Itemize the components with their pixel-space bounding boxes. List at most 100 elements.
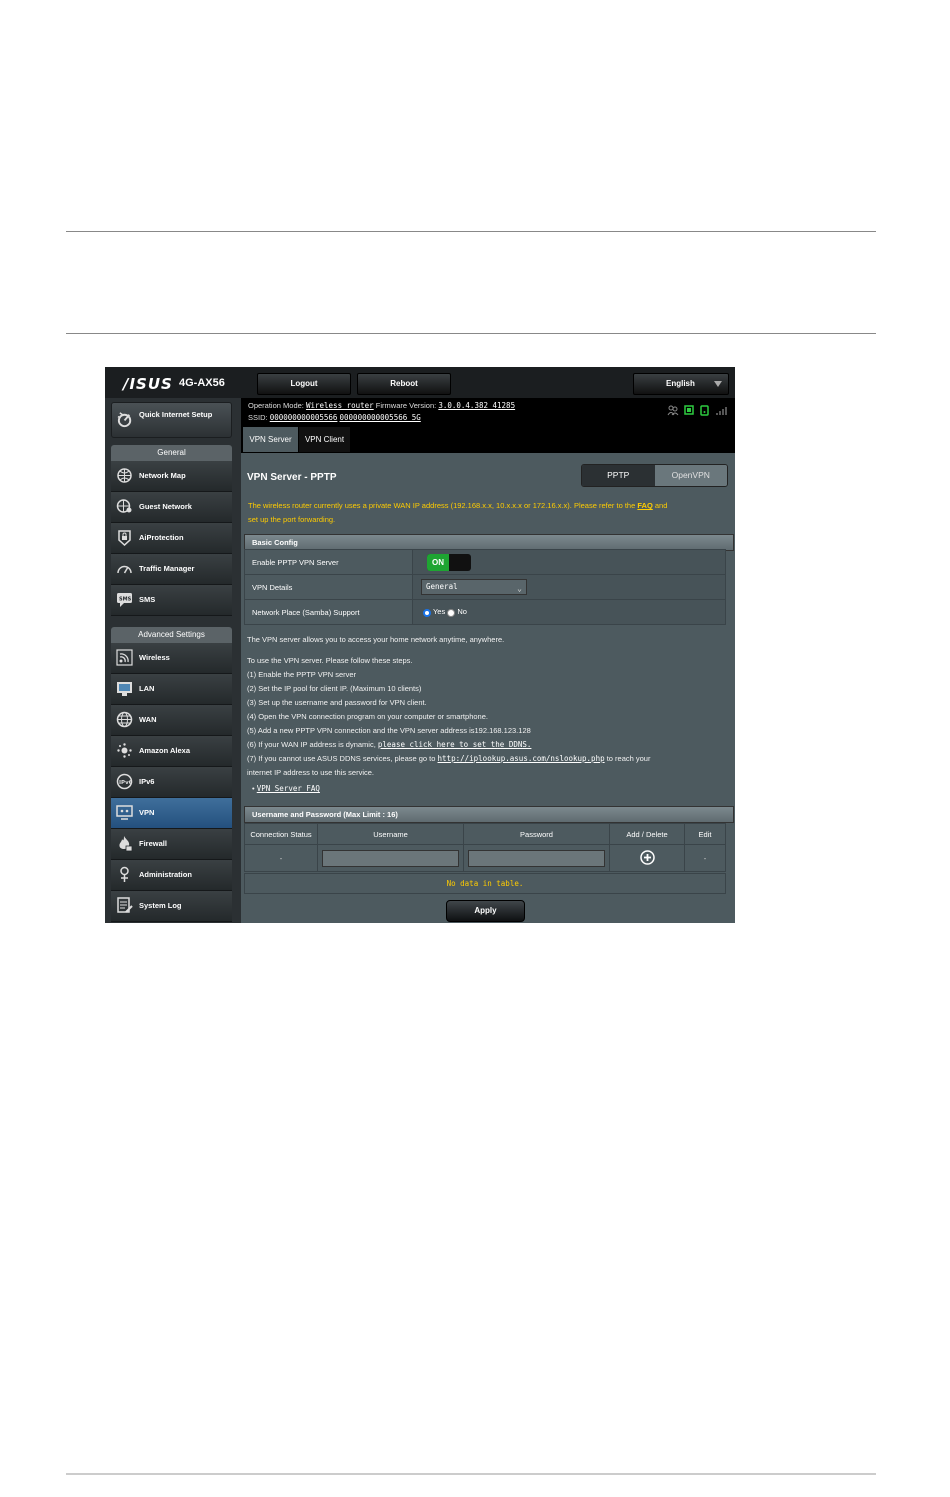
quick-setup-icon (117, 412, 132, 428)
samba-cell: Yes No (412, 599, 726, 625)
ssid-2g-link[interactable]: 000000000005566 (270, 413, 338, 422)
apply-button[interactable]: Apply (446, 900, 525, 922)
sidebar-item-traffic-manager[interactable]: Traffic Manager (111, 554, 232, 585)
system-log-icon (117, 897, 133, 913)
fire-icon (119, 836, 133, 852)
col-password: Password (463, 823, 610, 845)
sidebar-item-label: LAN (139, 684, 155, 693)
lan-icon (117, 682, 132, 696)
internet-status-icon[interactable] (699, 404, 711, 416)
svg-text:SMS: SMS (119, 597, 132, 603)
tab-vpn-server[interactable]: VPN Server (243, 427, 298, 452)
administration-icon (120, 866, 129, 882)
table-row: - - (244, 844, 726, 872)
pptp-button[interactable]: PPTP (582, 465, 655, 486)
sidebar-item-network-map[interactable]: Network Map (111, 461, 232, 492)
ddns-link[interactable]: please click here to set the DDNS. (378, 740, 532, 749)
status-icons (667, 404, 727, 416)
enable-pptp-toggle[interactable]: ON (427, 553, 471, 571)
usb-icon[interactable] (683, 404, 695, 416)
edit-cell: - (684, 844, 726, 872)
sidebar-item-administration[interactable]: Administration (111, 860, 232, 891)
clients-icon[interactable] (667, 404, 679, 416)
step-6-text: (6) If your WAN IP address is dynamic, (247, 740, 376, 749)
guest-network-icon (116, 499, 132, 513)
enable-cell: ON (412, 549, 726, 575)
sidebar-item-sms[interactable]: SMS SMS (111, 585, 232, 616)
ssid-label: SSID: (248, 413, 268, 422)
reboot-button[interactable]: Reboot (357, 373, 451, 395)
sidebar-item-label: AiProtection (139, 533, 184, 542)
vpn-details-select[interactable]: General ⌄ (421, 579, 527, 595)
quick-internet-setup-button[interactable]: Quick Internet Setup (111, 402, 232, 438)
password-input[interactable] (468, 849, 605, 867)
step-2: (2) Set the IP pool for client IP. (Maxi… (247, 684, 422, 693)
step-5: (5) Add a new PPTP VPN connection and th… (247, 726, 531, 735)
speedometer-icon (117, 565, 132, 574)
warning-text: The wireless router currently uses a pri… (248, 501, 636, 510)
basic-config-table: Enable PPTP VPN Server ON VPN Details Ge… (244, 549, 726, 625)
sidebar-item-label: Wireless (139, 653, 170, 662)
sidebar-item-wireless[interactable]: Wireless (111, 643, 232, 674)
sidebar-item-firewall[interactable]: Firewall (111, 829, 232, 860)
firmware-label: Firmware Version: (375, 401, 437, 410)
sidebar-item-aiprotection[interactable]: AiProtection (111, 523, 232, 554)
ssid-line: SSID: 000000000005566 000000000005566_5G (248, 413, 421, 422)
sidebar-item-label: Network Map (139, 471, 186, 480)
bottom-divider-line (66, 1473, 876, 1475)
sms-icon: SMS (117, 593, 132, 607)
steps-intro: To use the VPN server. Please follow the… (247, 656, 413, 665)
step-7: (7) If you cannot use ASUS DDNS services… (247, 754, 650, 763)
no-data-message: No data in table. (244, 873, 726, 894)
private-ip-warning: The wireless router currently uses a pri… (248, 499, 728, 527)
vpn-details-row: VPN Details General ⌄ (244, 574, 726, 600)
operation-mode-link[interactable]: Wireless router (306, 401, 374, 410)
sidebar-item-ipv6[interactable]: IPv6 IPv6 (111, 767, 232, 798)
signal-strength-icon[interactable] (715, 404, 727, 416)
wireless-icon (116, 649, 133, 666)
sidebar-item-label: Guest Network (139, 502, 192, 511)
ssid-5g-link[interactable]: 000000000005566_5G (340, 413, 421, 422)
sidebar-item-label: Firewall (139, 839, 167, 848)
vpn-details-cell: General ⌄ (412, 574, 726, 600)
firmware-link[interactable]: 3.0.0.4.382_41285 (438, 401, 515, 410)
vpn-server-faq-link[interactable]: VPN Server FAQ (257, 784, 320, 793)
vpn-details-value: General (426, 582, 458, 591)
sidebar-item-lan[interactable]: LAN (111, 674, 232, 705)
sidebar-item-guest-network[interactable]: Guest Network (111, 492, 232, 523)
iplookup-link[interactable]: http://iplookup.asus.com/nslookup.php (438, 754, 605, 763)
sidebar-item-vpn[interactable]: VPN (111, 798, 232, 829)
step-4: (4) Open the VPN connection program on y… (247, 712, 488, 721)
alexa-icon (117, 743, 132, 758)
toggle-on-label: ON (427, 553, 449, 571)
username-input[interactable] (322, 849, 459, 867)
add-circle-icon[interactable] (639, 849, 655, 865)
samba-no-radio[interactable] (447, 608, 456, 617)
operation-mode-label: Operation Mode: (248, 401, 304, 410)
globe-icon (116, 711, 133, 728)
openvpn-button[interactable]: OpenVPN (654, 465, 727, 486)
tab-vpn-client[interactable]: VPN Client (299, 427, 350, 452)
enable-row: Enable PPTP VPN Server ON (244, 549, 726, 575)
col-edit: Edit (684, 823, 726, 845)
intro-text: The VPN server allows you to access your… (247, 635, 505, 644)
language-select[interactable]: English (633, 373, 729, 395)
username-cell (317, 844, 464, 872)
sidebar-item-system-log[interactable]: System Log (111, 891, 232, 922)
vpn-details-label: VPN Details (244, 574, 413, 600)
samba-yes-radio[interactable] (423, 608, 431, 617)
faq-link[interactable]: FAQ (637, 501, 652, 510)
bullet: • (252, 784, 255, 793)
logout-button[interactable]: Logout (257, 373, 351, 395)
sidebar-item-wan[interactable]: WAN (111, 705, 232, 736)
language-label: English (666, 379, 695, 388)
top-bar: /ISUS 4G-AX56 Logout Reboot English (105, 367, 735, 398)
step-3: (3) Set up the username and password for… (247, 698, 427, 707)
password-cell (463, 844, 610, 872)
faq-list-item: • VPN Server FAQ (252, 784, 320, 793)
sidebar-item-amazon-alexa[interactable]: Amazon Alexa (111, 736, 232, 767)
sidebar-item-label: IPv6 (139, 777, 155, 786)
top-divider-line (66, 231, 876, 232)
step-7-tail: to reach your (606, 754, 651, 763)
sidebar-item-label: WAN (139, 715, 157, 724)
